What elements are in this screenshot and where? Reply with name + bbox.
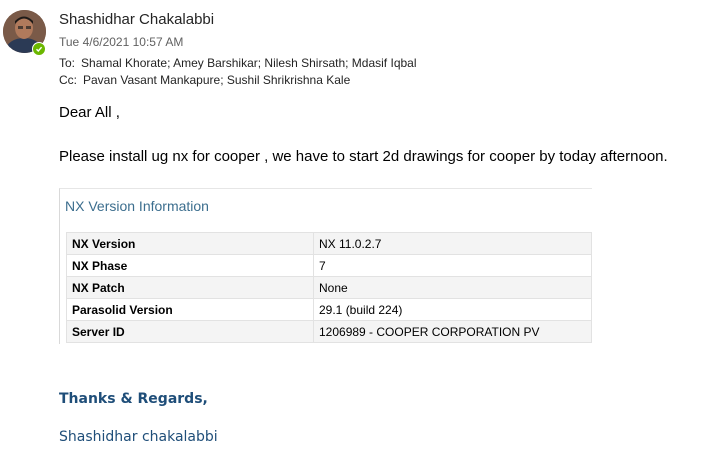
signature-closing: Thanks & Regards, bbox=[59, 391, 208, 407]
nx-info-value: NX 11.0.2.7 bbox=[313, 232, 592, 255]
sender-name[interactable]: Shashidhar Chakalabbi bbox=[59, 11, 214, 28]
nx-info-value: 1206989 - COOPER CORPORATION PV bbox=[313, 320, 592, 343]
to-label: To: bbox=[59, 56, 76, 70]
nx-info-value: None bbox=[313, 276, 592, 299]
nx-info-key: Parasolid Version bbox=[66, 298, 314, 321]
cc-label: Cc: bbox=[59, 73, 77, 87]
cc-recipients: Cc: Pavan Vasant Mankapure; Sushil Shrikr… bbox=[59, 73, 350, 87]
email-message: Please install ug nx for cooper , we hav… bbox=[59, 148, 668, 165]
nx-info-title: NX Version Information bbox=[65, 198, 209, 214]
table-row: Parasolid Version 29.1 (build 224) bbox=[66, 298, 592, 321]
to-recipient-list[interactable]: Shamal Khorate; Amey Barshikar; Nilesh S… bbox=[81, 56, 416, 70]
presence-indicator bbox=[32, 42, 46, 56]
table-row: Server ID 1206989 - COOPER CORPORATION P… bbox=[66, 320, 592, 343]
table-row: NX Version NX 11.0.2.7 bbox=[66, 232, 592, 255]
nx-info-key: NX Phase bbox=[66, 254, 314, 277]
cc-recipient-list[interactable]: Pavan Vasant Mankapure; Sushil Shrikrish… bbox=[83, 73, 350, 87]
nx-info-key: NX Version bbox=[66, 232, 314, 255]
nx-version-info-image: NX Version Information NX Version NX 11.… bbox=[59, 188, 592, 344]
nx-info-key: Server ID bbox=[66, 320, 314, 343]
table-row: NX Patch None bbox=[66, 276, 592, 299]
nx-info-value: 7 bbox=[313, 254, 592, 277]
nx-info-table: NX Version NX 11.0.2.7 NX Phase 7 NX Pat… bbox=[66, 232, 592, 343]
nx-info-key: NX Patch bbox=[66, 276, 314, 299]
sent-date: Tue 4/6/2021 10:57 AM bbox=[59, 35, 184, 49]
to-recipients: To: Shamal Khorate; Amey Barshikar; Niles… bbox=[59, 56, 417, 70]
signature-name: Shashidhar chakalabbi bbox=[59, 429, 218, 445]
presence-available-icon bbox=[33, 43, 45, 55]
email-greeting: Dear All , bbox=[59, 104, 120, 121]
nx-info-value: 29.1 (build 224) bbox=[313, 298, 592, 321]
table-row: NX Phase 7 bbox=[66, 254, 592, 277]
